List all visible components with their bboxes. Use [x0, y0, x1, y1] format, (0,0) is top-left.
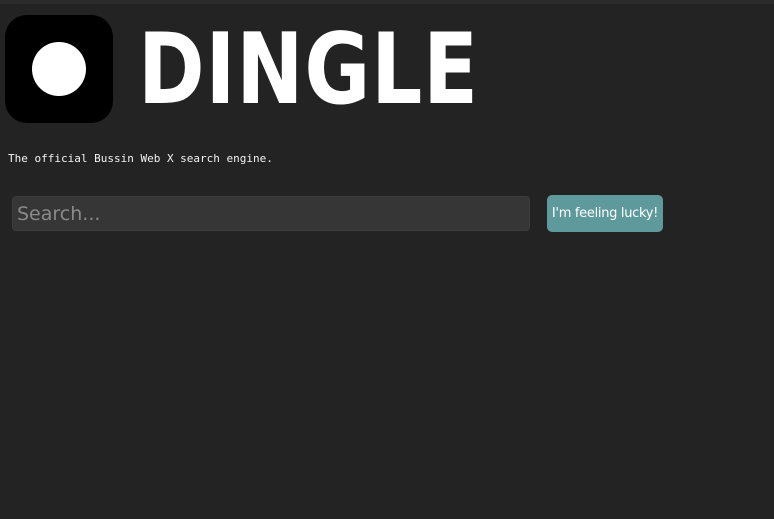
search-input[interactable]: [12, 196, 530, 231]
header: DINGLE: [5, 15, 478, 123]
top-bar: [0, 0, 774, 4]
logo-dot: [32, 42, 86, 96]
feeling-lucky-button[interactable]: I'm feeling lucky!: [547, 195, 663, 232]
tagline: The official Bussin Web X search engine.: [8, 152, 273, 165]
site-title: DINGLE: [138, 13, 479, 127]
circle-logo-icon: [5, 15, 113, 123]
